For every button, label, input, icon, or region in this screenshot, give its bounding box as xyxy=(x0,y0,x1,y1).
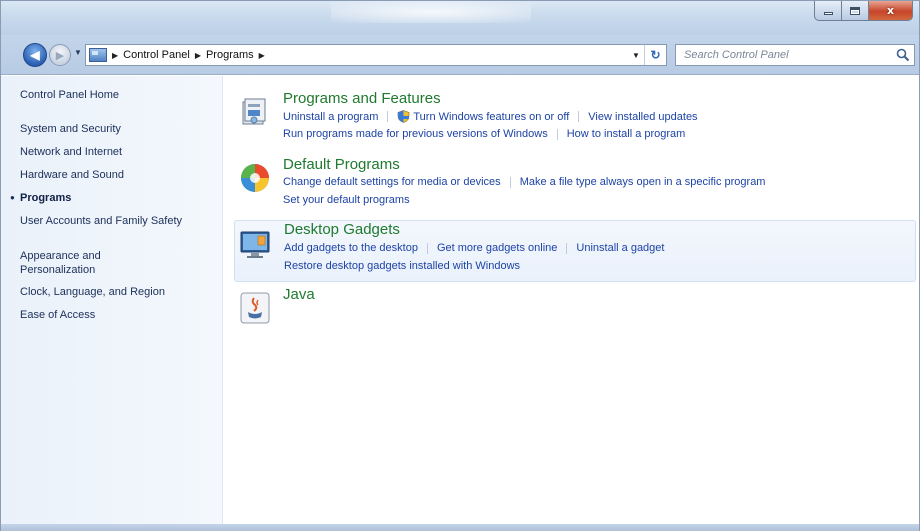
default-programs-title[interactable]: Default Programs xyxy=(283,156,400,173)
sidebar-item-ease-of-access[interactable]: Ease of Access xyxy=(20,308,210,322)
category-desktop-gadgets: Desktop Gadgets Add gadgets to the deskt… xyxy=(234,220,916,282)
sidebar-item-hardware-and-sound[interactable]: Hardware and Sound xyxy=(20,168,210,182)
address-bar-controls: ▼ ↻ xyxy=(628,45,666,65)
turn-windows-features-link[interactable]: Turn Windows features on or off xyxy=(413,111,569,123)
programs-and-features-title[interactable]: Programs and Features xyxy=(283,90,441,107)
breadcrumb-chevron-icon[interactable]: ▶ xyxy=(259,51,265,60)
how-to-install-program-link[interactable]: How to install a program xyxy=(567,128,686,140)
maximize-button[interactable] xyxy=(842,1,869,21)
java-title[interactable]: Java xyxy=(283,286,315,303)
sidebar-item-system-and-security[interactable]: System and Security xyxy=(20,122,210,136)
breadcrumb-chevron-icon[interactable]: ▶ xyxy=(195,51,201,60)
get-more-gadgets-link[interactable]: Get more gadgets online xyxy=(437,242,557,254)
java-icon[interactable] xyxy=(237,290,273,326)
run-older-programs-link[interactable]: Run programs made for previous versions … xyxy=(283,128,548,140)
restore-gadgets-link[interactable]: Restore desktop gadgets installed with W… xyxy=(284,260,520,272)
window-bottom-frame xyxy=(1,524,919,531)
close-icon: x xyxy=(886,4,895,17)
view-installed-updates-link[interactable]: View installed updates xyxy=(588,111,697,123)
sidebar-item-clock-language-region[interactable]: Clock, Language, and Region xyxy=(20,285,210,299)
recent-pages-dropdown-icon[interactable]: ▼ xyxy=(74,48,82,57)
programs-features-links-row2: Run programs made for previous versions … xyxy=(283,128,685,140)
default-programs-icon[interactable] xyxy=(237,160,273,196)
category-programs-and-features: Programs and Features Uninstall a progra… xyxy=(234,90,916,150)
minimize-icon xyxy=(823,12,833,15)
maximize-icon xyxy=(850,6,860,15)
change-default-settings-link[interactable]: Change default settings for media or dev… xyxy=(283,176,501,188)
category-java: Java xyxy=(234,286,916,326)
forward-arrow-icon: ▶ xyxy=(55,49,65,62)
uac-shield-icon xyxy=(398,110,410,123)
minimize-button[interactable] xyxy=(814,1,842,21)
category-default-programs: Default Programs Change default settings… xyxy=(234,156,916,216)
sidebar-item-programs[interactable]: Programs xyxy=(20,191,210,205)
active-bullet-icon: ● xyxy=(10,193,15,202)
desktop-gadgets-title[interactable]: Desktop Gadgets xyxy=(284,221,400,238)
default-programs-links-row2: Set your default programs xyxy=(283,194,410,206)
uninstall-program-link[interactable]: Uninstall a program xyxy=(283,111,378,123)
sidebar-item-network-and-internet[interactable]: Network and Internet xyxy=(20,145,210,159)
navigation-bar: ◀ ▶ ▼ ▶ Control Panel ▶ Programs ▶ ▼ ↻ xyxy=(1,35,919,75)
back-button[interactable]: ◀ xyxy=(23,43,47,67)
sidebar: Control Panel Home System and Security N… xyxy=(1,76,223,524)
main-content: Programs and Features Uninstall a progra… xyxy=(224,76,919,524)
back-arrow-icon: ◀ xyxy=(30,48,40,62)
link-divider xyxy=(509,176,511,188)
search-icon[interactable] xyxy=(896,48,910,62)
close-button[interactable]: x xyxy=(869,1,913,21)
forward-button[interactable]: ▶ xyxy=(49,44,71,66)
search-box xyxy=(675,44,915,66)
link-divider xyxy=(556,128,558,140)
link-divider xyxy=(426,242,428,254)
search-input[interactable] xyxy=(684,46,890,64)
set-default-programs-link[interactable]: Set your default programs xyxy=(283,194,410,206)
link-divider xyxy=(578,111,580,122)
sidebar-item-control-panel-home[interactable]: Control Panel Home xyxy=(20,88,210,102)
desktop-gadgets-links-row2: Restore desktop gadgets installed with W… xyxy=(284,260,520,272)
sidebar-item-appearance[interactable]: Appearance and Personalization xyxy=(20,249,140,277)
address-bar[interactable]: ▶ Control Panel ▶ Programs ▶ ▼ ↻ xyxy=(85,44,667,66)
address-dropdown-icon[interactable]: ▼ xyxy=(628,51,644,60)
title-bar[interactable]: x xyxy=(1,1,919,35)
refresh-icon[interactable]: ↻ xyxy=(644,45,666,65)
control-panel-window: x ◀ ▶ ▼ ▶ Control Panel ▶ Programs ▶ ▼ ↻ xyxy=(0,0,920,531)
desktop-gadgets-icon[interactable] xyxy=(238,225,274,261)
sidebar-item-user-accounts[interactable]: User Accounts and Family Safety xyxy=(20,214,190,228)
title-glow xyxy=(331,1,531,23)
link-divider xyxy=(566,242,568,254)
uninstall-gadget-link[interactable]: Uninstall a gadget xyxy=(576,242,664,254)
breadcrumb-chevron-icon[interactable]: ▶ xyxy=(112,51,118,60)
control-panel-icon xyxy=(89,48,107,62)
desktop-gadgets-links-row1: Add gadgets to the desktop Get more gadg… xyxy=(284,242,664,254)
breadcrumb-programs[interactable]: Programs xyxy=(206,49,254,61)
caption-buttons: x xyxy=(814,1,913,21)
default-programs-links-row1: Change default settings for media or dev… xyxy=(283,176,765,188)
link-divider xyxy=(387,111,389,122)
programs-features-links-row1: Uninstall a program Turn Windows feature… xyxy=(283,110,698,123)
programs-features-icon[interactable] xyxy=(237,94,273,130)
file-type-association-link[interactable]: Make a file type always open in a specif… xyxy=(520,176,766,188)
add-gadgets-link[interactable]: Add gadgets to the desktop xyxy=(284,242,418,254)
breadcrumb-control-panel[interactable]: Control Panel xyxy=(123,49,190,61)
